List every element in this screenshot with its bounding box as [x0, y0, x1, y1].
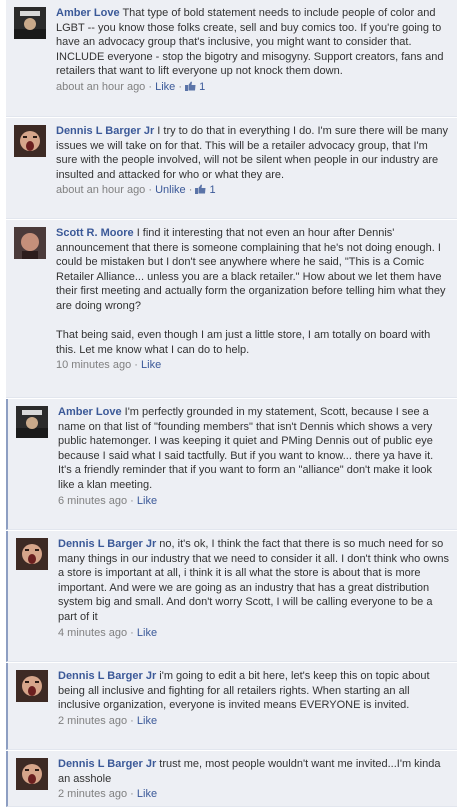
like-link[interactable]: Like	[137, 495, 157, 507]
comment-item: Dennis L Barger Jr trust me, most people…	[6, 751, 457, 807]
comment-timestamp[interactable]: 6 minutes ago	[58, 495, 127, 507]
comment-meta: about an hour ago · Unlike · 1	[56, 183, 449, 198]
amber-avatar-icon[interactable]	[16, 406, 48, 438]
comment-author-link[interactable]: Dennis L Barger Jr	[56, 125, 154, 137]
like-link[interactable]: Like	[137, 788, 157, 800]
comment-item: Dennis L Barger Jr I try to do that in e…	[6, 118, 457, 219]
comment-author-link[interactable]: Amber Love	[58, 406, 122, 418]
comment-item: Dennis L Barger Jr i'm going to edit a b…	[6, 663, 457, 750]
like-link[interactable]: Like	[141, 359, 161, 371]
amber-avatar-icon[interactable]	[14, 7, 46, 39]
unlike-link[interactable]: Unlike	[155, 184, 186, 196]
meta-separator: ·	[188, 184, 193, 197]
comment-timestamp[interactable]: about an hour ago	[56, 81, 145, 93]
meta-separator: ·	[130, 788, 134, 801]
comment-timestamp[interactable]: about an hour ago	[56, 184, 145, 196]
meta-separator: ·	[130, 714, 134, 727]
comment-text: no, it's ok, I think the fact that there…	[58, 538, 453, 623]
comment-item: Amber Love I'm perfectly grounded in my …	[6, 399, 457, 530]
comment-thread: Amber Love That type of bold statement n…	[0, 0, 466, 810]
comment-timestamp[interactable]: 2 minutes ago	[58, 715, 127, 727]
meta-separator: ·	[178, 80, 183, 93]
comment-author-link[interactable]: Dennis L Barger Jr	[58, 538, 156, 550]
comment-item: Dennis L Barger Jr no, it's ok, I think …	[6, 531, 457, 662]
thumbs-up-icon	[195, 184, 206, 195]
dennis-avatar-icon[interactable]	[16, 538, 48, 570]
meta-separator: ·	[134, 359, 138, 372]
meta-separator: ·	[130, 626, 134, 639]
comment-timestamp[interactable]: 10 minutes ago	[56, 359, 131, 371]
meta-separator: ·	[148, 184, 153, 197]
dennis-avatar-icon[interactable]	[16, 758, 48, 790]
like-link[interactable]: Like	[137, 715, 157, 727]
thumbs-up-icon	[185, 81, 196, 91]
comment-meta: 4 minutes ago · Like	[58, 626, 449, 641]
like-count[interactable]: 1	[210, 184, 216, 196]
comment-author-link[interactable]: Dennis L Barger Jr	[58, 758, 156, 770]
comment-text: I find it interesting that not even an h…	[56, 227, 446, 356]
like-link[interactable]: Like	[155, 81, 175, 93]
comment-meta: 2 minutes ago · Like	[58, 787, 449, 802]
comment-meta: 6 minutes ago · Like	[58, 494, 449, 509]
meta-separator: ·	[130, 494, 134, 507]
meta-separator: ·	[148, 80, 153, 93]
comment-item: Scott R. Moore I find it interesting tha…	[6, 220, 457, 398]
scott-avatar-icon[interactable]	[14, 227, 46, 259]
comment-author-link[interactable]: Scott R. Moore	[56, 227, 134, 239]
comment-meta: about an hour ago · Like · 1	[56, 80, 449, 95]
comment-timestamp[interactable]: 4 minutes ago	[58, 627, 127, 639]
comment-author-link[interactable]: Amber Love	[56, 7, 120, 19]
comment-author-link[interactable]: Dennis L Barger Jr	[58, 670, 156, 682]
comment-meta: 2 minutes ago · Like	[58, 714, 449, 729]
comment-meta: 10 minutes ago · Like	[56, 358, 449, 373]
comment-text: I'm perfectly grounded in my statement, …	[58, 406, 437, 491]
comment-timestamp[interactable]: 2 minutes ago	[58, 788, 127, 800]
dennis-avatar-icon[interactable]	[14, 125, 46, 157]
like-count[interactable]: 1	[199, 81, 205, 93]
comment-item: Amber Love That type of bold statement n…	[6, 0, 457, 117]
dennis-avatar-icon[interactable]	[16, 670, 48, 702]
like-link[interactable]: Like	[137, 627, 157, 639]
